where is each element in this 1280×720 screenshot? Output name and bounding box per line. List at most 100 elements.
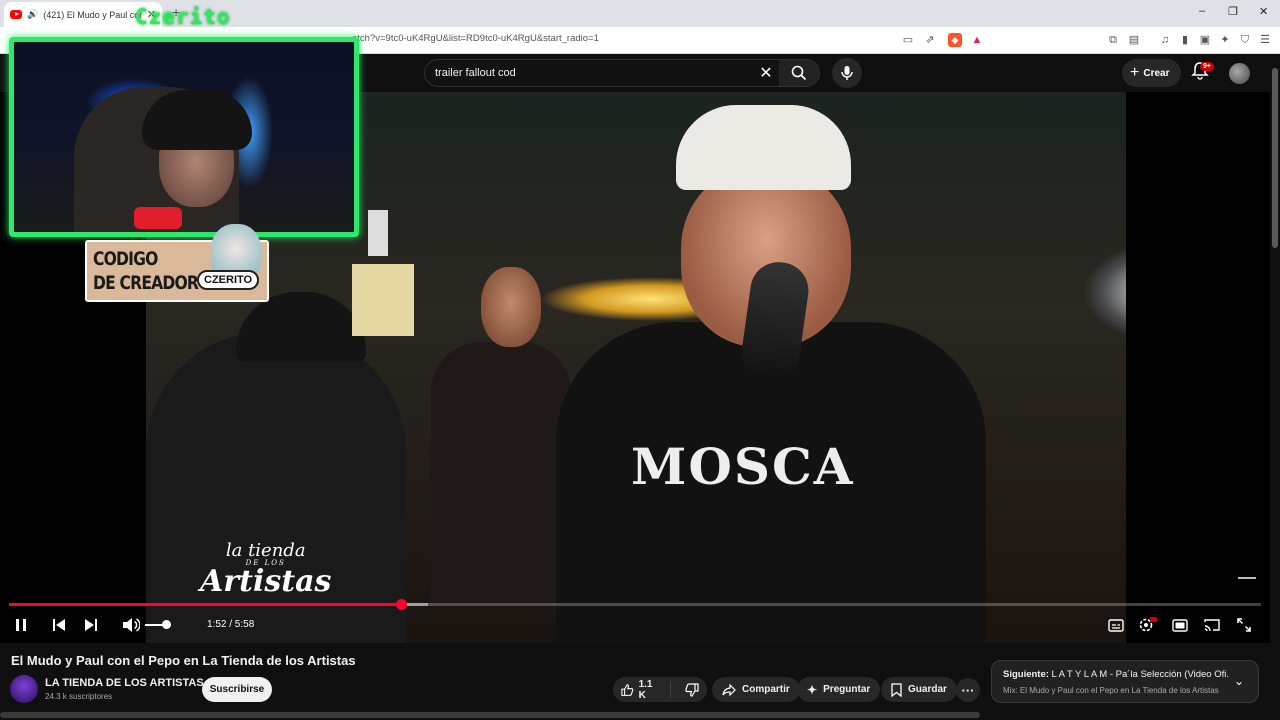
search-box[interactable]: trailer fallout cod ✕ [424,59,820,87]
share-label: Compartir [742,684,790,695]
subscriber-count: 24.3 k suscriptores [45,692,113,701]
install-app-icon[interactable]: ▭ [901,33,915,47]
next-icon [85,619,97,631]
webcam-microphone [134,207,182,229]
minimize-button[interactable]: – [1199,5,1205,17]
share-icon [722,683,736,696]
logo-line-1: la tienda [225,540,306,561]
create-button[interactable]: + Crear [1122,59,1182,87]
settings-icon [1139,617,1157,632]
subtitles-button[interactable] [1106,615,1126,635]
fullscreen-icon [1237,618,1251,632]
notification-badge: 9+ [1200,62,1214,71]
ask-label: Preguntar [823,684,871,695]
page-scrollbar[interactable] [1270,54,1280,720]
close-window-button[interactable]: ✕ [1259,5,1268,18]
share-button[interactable]: Compartir [712,677,800,702]
scrollbar-thumb[interactable] [1272,68,1278,248]
sidebar-icon[interactable]: ▮ [1178,33,1192,47]
wall-poster [352,264,414,336]
leo-ai-icon[interactable]: ✦ [1218,33,1232,47]
dislike-button[interactable] [677,682,707,697]
channel-avatar[interactable] [10,675,38,703]
share-page-icon[interactable]: ⇗ [923,33,937,47]
save-button[interactable]: Guardar [881,677,957,702]
cast-button[interactable] [1202,615,1222,635]
miniplayer-icon [1172,618,1188,632]
create-label: Crear [1143,67,1170,79]
subtitles-icon [1108,618,1124,632]
tab-title: (421) El Mudo y Paul con el Pepo en La T… [43,9,142,20]
reading-list-icon[interactable]: ▤ [1127,33,1141,47]
miniplayer-button[interactable] [1170,615,1190,635]
voice-search-button[interactable] [832,58,862,88]
menu-icon[interactable]: ☰ [1258,33,1272,47]
more-actions-button[interactable]: ··· [956,678,980,702]
previous-button[interactable] [50,615,68,635]
like-icon [621,683,634,696]
account-avatar[interactable] [1229,63,1250,84]
speaker-icon: 🔊 [27,9,39,19]
next-video-title: L A T Y L A M - Pa´la Selección (Video O… [1048,669,1228,680]
fullscreen-button[interactable] [1234,615,1254,635]
extensions-icon[interactable]: ⧉ [1106,33,1120,47]
dislike-icon [685,682,699,697]
vpn-icon[interactable]: ⛉ [1238,33,1252,47]
ask-button[interactable]: ✦ Preguntar [797,677,881,702]
pause-icon [16,619,26,631]
channel-watermark-logo: la tienda DE LOS Artistas [200,542,331,597]
progress-played [9,603,401,606]
previous-icon [53,619,65,631]
save-label: Guardar [908,684,947,695]
streamer-webcam [9,37,359,237]
address-bar[interactable]: atch?v=9tc0-uK4RgU&list=RD9tc0-uK4RgU&st… [352,33,599,44]
wall-sign [368,210,388,256]
creator-code-line-1: CODIGO [93,248,158,270]
video-person-left-cap [236,292,366,362]
video-title: El Mudo y Paul con el Pepo en La Tienda … [11,653,356,668]
video-dj-body [431,342,571,602]
webcam-person-hair [142,90,252,150]
cast-icon [1204,619,1220,632]
next-button[interactable] [82,615,100,635]
next-prefix: Siguiente: [1003,669,1049,680]
next-mix-label: Mix: El Mudo y Paul con el Pepo en La Ti… [1003,686,1219,695]
logo-line-3: Artistas [200,564,332,599]
channel-name[interactable]: LA TIENDA DE LOS ARTISTAS [45,677,204,689]
like-dislike-group: 1.1 K [613,677,707,702]
like-button[interactable]: 1.1 K [613,679,671,701]
search-input[interactable]: trailer fallout cod [435,67,753,79]
streamer-name: Czerito [135,5,231,29]
creator-code-line-2: DE CREADOR [93,272,199,294]
creator-code-tag: CZERITO [197,270,260,290]
youtube-favicon-icon [10,10,22,19]
settings-button[interactable] [1137,615,1159,635]
progress-scrubber[interactable] [395,599,407,610]
search-button[interactable] [779,60,819,86]
time-display: 1:52 / 5:58 [207,619,255,630]
maximize-button[interactable]: ❐ [1228,5,1238,18]
progress-bar[interactable] [9,599,1261,610]
brave-shields-icon[interactable]: ◆ [948,33,962,47]
media-icon[interactable]: ♫ [1158,33,1172,47]
subscribe-button[interactable]: Suscribirse [202,677,272,702]
wallet-icon[interactable]: ▣ [1198,33,1212,47]
brave-rewards-icon[interactable]: ▲ [970,33,984,47]
search-icon [791,65,807,81]
bookmark-icon [891,682,902,697]
horizontal-scrollbar[interactable] [0,712,980,718]
creator-code-banner: CODIGO DE CREADOR CZERITO [85,224,269,302]
next-video-label: Siguiente: L A T Y L A M - Pa´la Selecci… [1003,669,1228,680]
video-singer-cap [676,105,851,190]
shirt-print: MOSCA [631,437,855,496]
video-dj-head [481,267,541,347]
next-video-card[interactable]: Siguiente: L A T Y L A M - Pa´la Selecci… [991,660,1259,703]
plus-icon: + [1130,64,1140,81]
volume-knob[interactable] [161,620,171,629]
creator-code-text: CODIGO DE CREADOR [93,247,199,295]
mute-button[interactable] [121,615,141,635]
chevron-down-icon[interactable]: ⌄ [1234,674,1244,688]
clear-search-icon[interactable]: ✕ [753,63,779,83]
sparkle-icon: ✦ [807,682,818,697]
pause-button[interactable] [12,615,30,635]
